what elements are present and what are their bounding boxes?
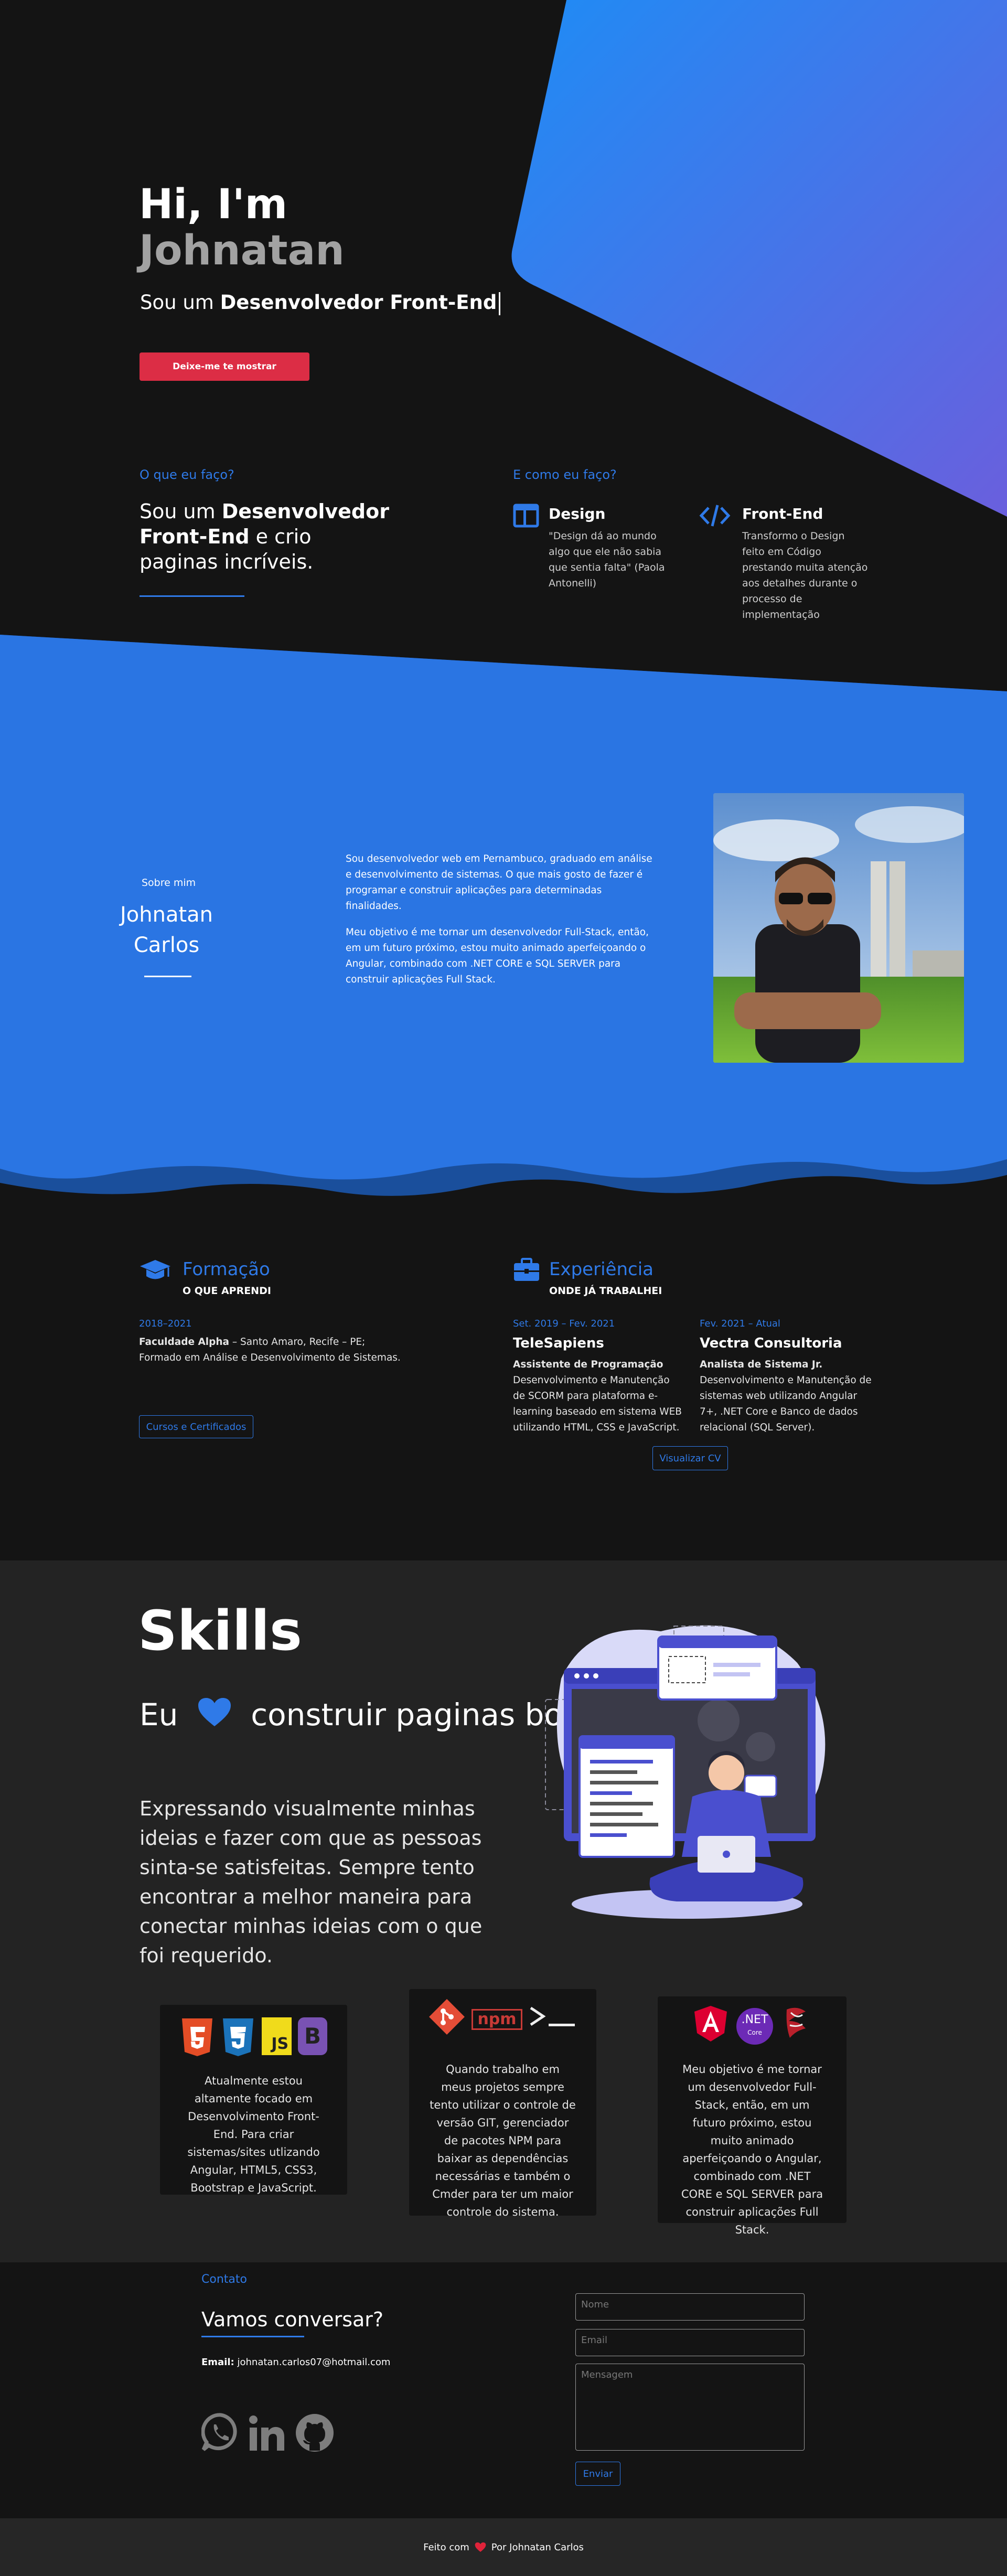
- contact-section: [0, 2262, 1007, 2518]
- developer-illustration: [524, 1616, 850, 1930]
- job-2-date: Fev. 2021 – Atual: [700, 1318, 780, 1329]
- what-divider: [140, 595, 244, 597]
- contact-title: Vamos conversar?: [201, 2308, 384, 2331]
- education-subtitle: O QUE APRENDI: [183, 1285, 271, 1297]
- about-divider: [144, 976, 191, 977]
- send-button[interactable]: Enviar: [575, 2462, 620, 2486]
- about-paragraph-2: Meu objetivo é me tornar um desenvolvedo…: [346, 927, 649, 985]
- experience-subtitle: ONDE JÁ TRABALHEI: [549, 1285, 662, 1297]
- skill-card-frontend-text: Atualmente estou altamente focado em Des…: [187, 2075, 320, 2194]
- js-icon: JS: [262, 2017, 292, 2055]
- hero-subtitle: Sou um Desenvolvedor Front-End: [140, 290, 501, 316]
- typing-cursor: [499, 292, 501, 315]
- profile-photo: [713, 793, 964, 1063]
- footer-heart-icon: [475, 2542, 486, 2552]
- what-title: Sou um Desenvolvedor Front-End e crio pa…: [140, 499, 391, 574]
- footer: Feito com Por Johnatan Carlos: [0, 2518, 1007, 2576]
- job-1-role: Assistente de Programação: [513, 1359, 663, 1370]
- what-title-prefix: Sou um: [140, 500, 222, 523]
- hero-greeting: Hi, I'm: [139, 181, 287, 228]
- heart-icon: [197, 1697, 232, 1736]
- job-1-company: TeleSapiens: [513, 1335, 604, 1351]
- email-field[interactable]: Email: [575, 2329, 805, 2356]
- hero-subtitle-role: Desenvolvedor Front-End: [220, 291, 497, 314]
- bootstrap-icon: B: [298, 2017, 327, 2055]
- how-label: E como eu faço?: [513, 467, 617, 482]
- education-title: Formação: [183, 1259, 270, 1280]
- git-icon: [427, 1997, 466, 2041]
- skill-card-tools: npm Quando trabalho em meus projetos sem…: [409, 1989, 596, 2218]
- education-detail: Faculdade Alpha – Santo Amaro, Recife – …: [139, 1334, 401, 1366]
- education-school: Faculdade Alpha: [139, 1337, 230, 1348]
- skill-card-fullstack-text: Meu objetivo é me tornar um desenvolvedo…: [681, 2063, 823, 2236]
- about-small-label: Sobre mim: [142, 877, 196, 889]
- service-frontend-text: Transformo o Design feito em Código pres…: [742, 530, 868, 621]
- html5-icon: [180, 2017, 215, 2062]
- github-icon[interactable]: [295, 2413, 335, 2453]
- contact-divider: [201, 2336, 304, 2337]
- view-cv-button[interactable]: Visualizar CV: [652, 1446, 728, 1470]
- hero-subtitle-prefix: Sou um: [140, 291, 220, 314]
- footer-author: Por Johnatan Carlos: [491, 2541, 584, 2553]
- job-2-company: Vectra Consultoria: [700, 1335, 842, 1351]
- hero-name: Johnatan: [139, 227, 345, 274]
- courses-certificates-button[interactable]: Cursos e Certificados: [139, 1415, 253, 1438]
- message-field[interactable]: Mensagem: [575, 2364, 805, 2451]
- dotnet-core-label: Core: [747, 2029, 762, 2036]
- dotnet-label: .NET: [741, 2013, 768, 2026]
- contact-label: Contato: [201, 2273, 247, 2286]
- fullstack-badges: .NET Core: [678, 2005, 827, 2048]
- linkedin-icon[interactable]: [248, 2414, 285, 2452]
- frontend-badges: JS B: [180, 2017, 327, 2062]
- skills-description: Expressando visualmente minhas ideias e …: [140, 1797, 483, 1967]
- skill-card-fullstack: .NET Core Meu objetivo é me tornar um de…: [658, 1996, 847, 2236]
- about-paragraph-1: Sou desenvolvedor web em Pernambuco, gra…: [346, 853, 652, 912]
- love-prefix: Eu: [140, 1697, 178, 1733]
- skill-card-frontend: JS B Atualmente estou altamente focado e…: [160, 2005, 347, 2195]
- contact-email-line: Email: johnatan.carlos07@hotmail.com: [201, 2357, 390, 2368]
- code-icon: [699, 504, 731, 528]
- job-1-text: Desenvolvimento e Manutenção de SCORM pa…: [513, 1375, 682, 1433]
- sqlserver-icon: [781, 2005, 811, 2047]
- whatsapp-icon[interactable]: [201, 2413, 240, 2452]
- layout-icon: [513, 504, 539, 528]
- npm-icon: npm: [472, 2009, 522, 2030]
- job-2-role: Analista de Sistema Jr.: [700, 1359, 823, 1370]
- tools-badges: npm: [429, 1997, 576, 2041]
- show-me-button[interactable]: Deixe-me te mostrar: [140, 352, 309, 381]
- contact-email-label: Email:: [201, 2357, 234, 2368]
- footer-prefix: Feito com: [423, 2541, 469, 2553]
- angular-icon: [693, 2005, 728, 2048]
- job-1-date: Set. 2019 – Fev. 2021: [513, 1318, 615, 1329]
- what-label: O que eu faço?: [140, 467, 234, 482]
- hero-section: Hi, I'm Johnatan Sou um Desenvolvedor Fr…: [0, 0, 1007, 650]
- css3-icon: [221, 2017, 255, 2062]
- graduation-cap-icon: [139, 1259, 172, 1282]
- service-frontend-title: Front-End: [742, 505, 823, 522]
- job-2-text: Desenvolvimento e Manutenção de sistemas…: [700, 1375, 872, 1433]
- skills-title: Skills: [138, 1599, 302, 1663]
- experience-title: Experiência: [549, 1259, 654, 1280]
- dotnet-icon: .NET Core: [736, 2008, 773, 2045]
- service-design-text: "Design dá ao mundo algo que ele não sab…: [549, 530, 665, 589]
- contact-email-value[interactable]: johnatan.carlos07@hotmail.com: [237, 2357, 390, 2368]
- about-name: Johnatan Carlos: [120, 903, 213, 957]
- education-date: 2018–2021: [139, 1318, 192, 1329]
- briefcase-icon: [513, 1258, 540, 1282]
- terminal-icon: [528, 2004, 578, 2035]
- skill-card-tools-text: Quando trabalho em meus projetos sempre …: [430, 2063, 576, 2218]
- name-field[interactable]: Nome: [575, 2293, 805, 2321]
- service-design-title: Design: [549, 505, 606, 522]
